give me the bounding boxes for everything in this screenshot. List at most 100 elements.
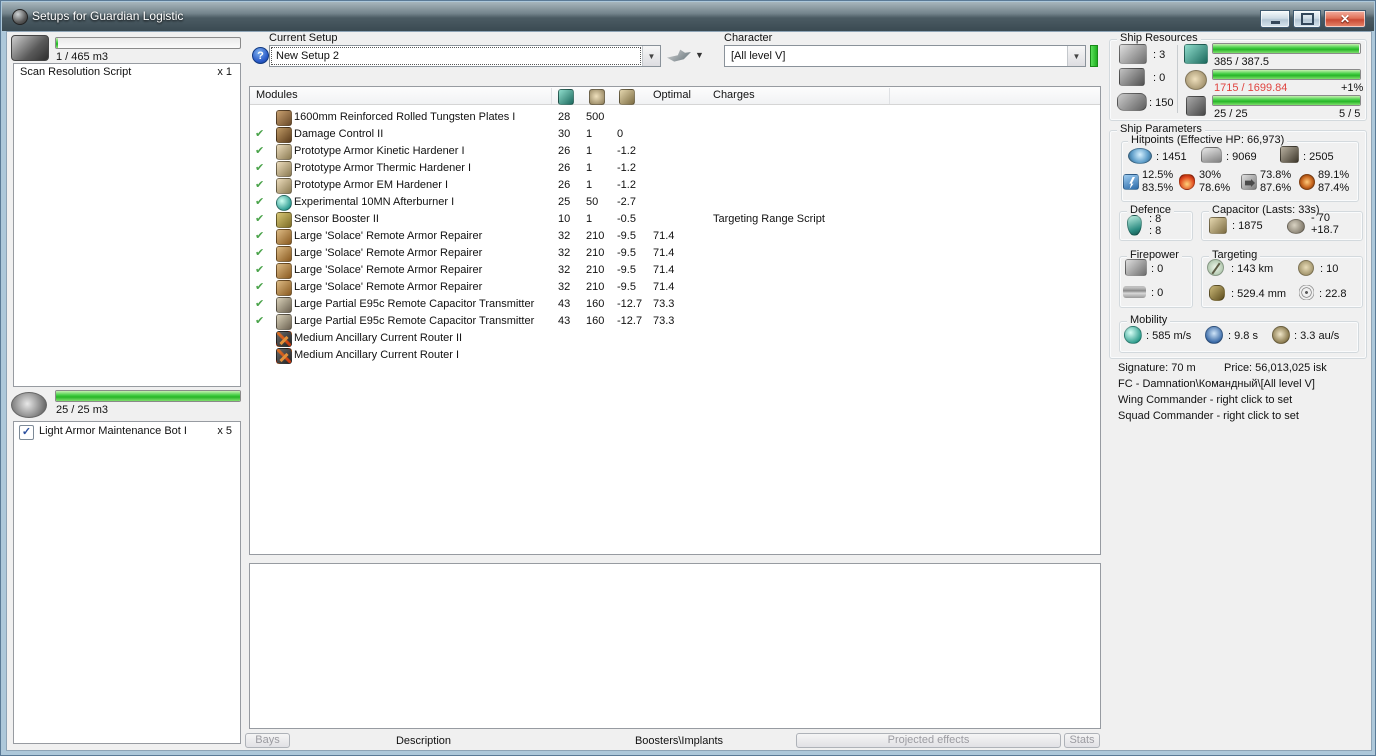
module-cap: -1.2	[617, 162, 636, 174]
module-cap: -12.7	[617, 315, 643, 327]
dronebay-usage-text: 25 / 25	[1214, 108, 1248, 120]
projected-effects-button[interactable]: Projected effects	[796, 733, 1061, 748]
scan-resolution-icon	[1299, 285, 1314, 300]
app-window: Setups for Guardian Logistic ✕ 1 / 465 m…	[0, 0, 1376, 756]
table-row[interactable]: Large 'Solace' Remote Armor Repairer 32 …	[250, 228, 1100, 245]
table-row[interactable]: Medium Ancillary Current Router I	[250, 347, 1100, 364]
tab-description[interactable]: Description	[361, 735, 486, 747]
character-combobox[interactable]: [All level V] ▼	[724, 45, 1086, 67]
table-row[interactable]: Large 'Solace' Remote Armor Repairer 32 …	[250, 262, 1100, 279]
module-pg: 210	[586, 247, 605, 259]
powergrid-usage-text: 1715 / 1699.84	[1214, 82, 1288, 94]
column-separator	[551, 88, 552, 104]
modules-column-header[interactable]: Modules	[256, 87, 298, 104]
module-name: Large Partial E95c Remote Capacitor Tran…	[294, 298, 535, 310]
table-row[interactable]: Large 'Solace' Remote Armor Repairer 32 …	[250, 245, 1100, 262]
table-row[interactable]: Large Partial E95c Remote Capacitor Tran…	[250, 296, 1100, 313]
module-optimal: 71.4	[653, 247, 675, 259]
drone-active-checkbox[interactable]	[19, 425, 34, 440]
table-row[interactable]: Large Partial E95c Remote Capacitor Tran…	[250, 313, 1100, 330]
current-setup-label: Current Setup	[269, 32, 338, 44]
module-cpu: 43	[558, 315, 571, 327]
dronebay-bar	[1212, 95, 1361, 106]
squad-commander-text[interactable]: Squad Commander - right click to set	[1118, 410, 1299, 422]
powergrid-icon	[1185, 70, 1207, 90]
active-check-icon	[255, 262, 264, 279]
current-setup-combobox[interactable]: New Setup 2 ▼	[269, 45, 661, 67]
kinetic-resist-armor: 87.6%	[1260, 182, 1292, 194]
table-row[interactable]: 1600mm Reinforced Rolled Tungsten Plates…	[250, 109, 1100, 126]
titlebar[interactable]: Setups for Guardian Logistic ✕	[2, 2, 1374, 31]
optimal-column-header[interactable]: Optimal	[653, 87, 691, 104]
wing-commander-text[interactable]: Wing Commander - right click to set	[1118, 394, 1292, 406]
character-label: Character	[724, 32, 773, 44]
powergrid-over-text: +1%	[1341, 82, 1364, 94]
table-row[interactable]: Medium Ancillary Current Router II	[250, 330, 1100, 347]
powergrid-bar-fill	[1213, 70, 1360, 79]
close-button[interactable]: ✕	[1324, 10, 1366, 28]
dropdown-arrow-icon: ▼	[642, 46, 660, 66]
list-item[interactable]: Light Armor Maintenance Bot I x 5	[14, 422, 240, 441]
calibration-icon	[1117, 93, 1147, 111]
launcher-hardpoints-icon	[1119, 68, 1145, 86]
maximize-button[interactable]	[1293, 10, 1321, 28]
cargo-capacity-bar	[55, 37, 241, 49]
module-cap: -9.5	[617, 230, 636, 242]
price-text: Price: 56,013,025 isk	[1224, 362, 1327, 374]
drone-list[interactable]: Light Armor Maintenance Bot I x 5	[13, 421, 241, 744]
module-name: Prototype Armor Thermic Hardener I	[294, 162, 472, 174]
module-pg: 210	[586, 264, 605, 276]
em-resist-shield: 12.5%	[1142, 169, 1174, 181]
help-icon[interactable]: ?	[252, 47, 269, 64]
ship-resources-title: Ship Resources	[1117, 32, 1201, 44]
module-cpu: 26	[558, 162, 571, 174]
capacitor-delta-top: - 70	[1311, 212, 1330, 224]
active-check-icon	[255, 143, 264, 160]
list-item[interactable]: Scan Resolution Script x 1	[14, 64, 240, 81]
missile-dps-icon	[1123, 286, 1146, 298]
drone-capacity-text: 25 / 25 m3	[56, 404, 108, 416]
charges-column-header[interactable]: Charges	[713, 87, 755, 104]
active-check-icon	[255, 228, 264, 245]
modules-header[interactable]: Modules Optimal Charges	[250, 87, 1100, 105]
table-row[interactable]: Prototype Armor EM Hardener I 26 1 -1.2	[250, 177, 1100, 194]
character-skill-indicator	[1090, 45, 1098, 67]
tab-boosters-implants[interactable]: Boosters\Implants	[609, 735, 749, 747]
bays-button[interactable]: Bays	[245, 733, 290, 748]
stats-button[interactable]: Stats	[1064, 733, 1100, 748]
module-name: Large 'Solace' Remote Armor Repairer	[294, 230, 483, 242]
module-cpu: 26	[558, 179, 571, 191]
setup-tools-button[interactable]: ▼	[667, 47, 707, 65]
explosive-resist-armor: 87.4%	[1318, 182, 1350, 194]
defence-value-1: : 8	[1149, 213, 1162, 225]
module-pg: 1	[586, 213, 593, 225]
sensor-strength-value: : 529.4 mm	[1231, 288, 1287, 300]
kinetic-resist-icon	[1241, 174, 1257, 190]
capacitor-delta-icon	[1287, 219, 1305, 234]
description-box[interactable]	[249, 563, 1101, 729]
module-cpu: 25	[558, 196, 571, 208]
cargo-list[interactable]: Scan Resolution Script x 1	[13, 63, 241, 387]
table-row[interactable]: Large 'Solace' Remote Armor Repairer 32 …	[250, 279, 1100, 296]
cargo-capacity-fill	[56, 38, 58, 48]
table-row[interactable]: Prototype Armor Kinetic Hardener I 26 1 …	[250, 143, 1100, 160]
em-resist-armor: 83.5%	[1142, 182, 1174, 194]
active-check-icon	[255, 313, 264, 330]
ship-tools-icon	[667, 49, 691, 62]
mobility-title: Mobility	[1127, 314, 1171, 326]
table-row[interactable]: Experimental 10MN Afterburner I 25 50 -2…	[250, 194, 1100, 211]
capacitor-amount: : 1875	[1232, 220, 1263, 232]
table-row[interactable]: Damage Control II 30 1 0	[250, 126, 1100, 143]
module-icon	[276, 246, 292, 262]
turret-dps-icon	[1125, 259, 1147, 276]
minimize-icon	[1270, 20, 1280, 24]
table-row[interactable]: Prototype Armor Thermic Hardener I 26 1 …	[250, 160, 1100, 177]
capacitor-delta-bottom: +18.7	[1311, 224, 1339, 236]
module-cpu: 26	[558, 145, 571, 157]
minimize-button[interactable]	[1260, 10, 1290, 28]
chevron-down-icon: ▼	[695, 50, 704, 60]
table-row[interactable]: Sensor Booster II 10 1 -0.5 Targeting Ra…	[250, 211, 1100, 228]
module-name: Sensor Booster II	[294, 213, 379, 225]
active-check-icon	[255, 279, 264, 296]
active-check-icon	[255, 194, 264, 211]
